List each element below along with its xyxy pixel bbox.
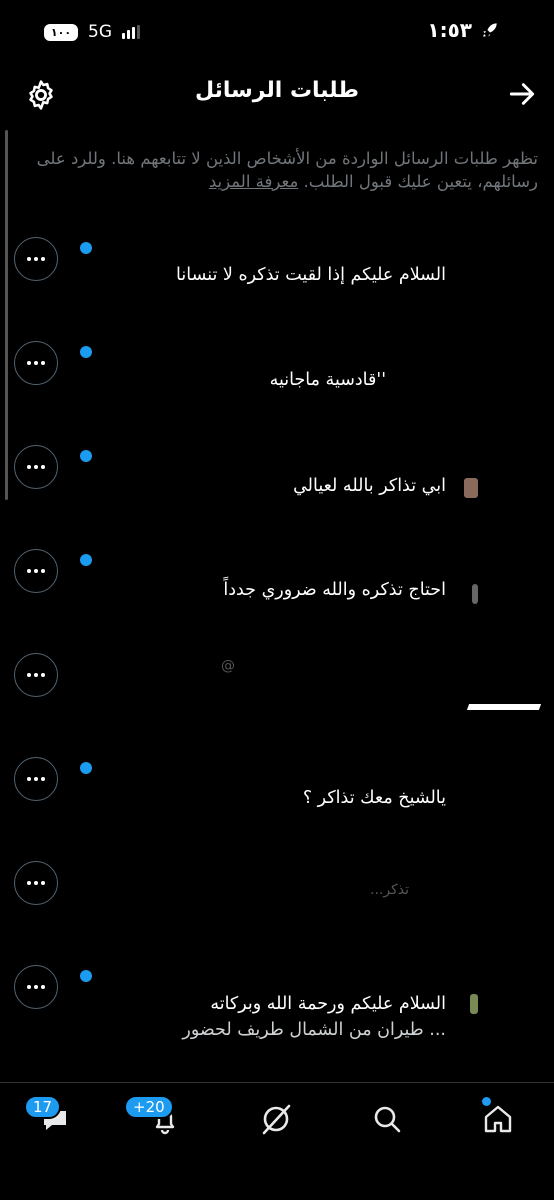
request-message: السلام عليكم ورحمة الله وبركاته [210, 994, 446, 1014]
unread-dot [80, 242, 92, 254]
more-options-button[interactable] [14, 237, 58, 281]
header: طلبات الرسائل [0, 68, 554, 122]
messages-badge: 17 [24, 1095, 62, 1119]
unread-dot [80, 762, 92, 774]
request-message: احتاج تذكره والله ضروري جدداً [223, 580, 446, 600]
request-row[interactable]: ''قادسية ماجانيه [0, 324, 554, 428]
request-row[interactable]: السلام عليكم ورحمة الله وبركاته ... طيرا… [0, 948, 554, 1052]
unread-dot [80, 450, 92, 462]
unread-dot [80, 970, 92, 982]
more-options-button[interactable] [14, 653, 58, 697]
home-unread-dot [482, 1097, 491, 1106]
signal-icon [122, 25, 140, 39]
slash-circle-icon [262, 1104, 291, 1135]
status-bar: ١٠٠ 5G ١:٥٣ [0, 0, 554, 68]
request-message: ابي تذاكر بالله لعيالي [293, 476, 446, 496]
request-row[interactable]: ابي تذاكر بالله لعيالي [0, 428, 554, 532]
network-label: 5G [88, 22, 112, 42]
unread-dot [80, 554, 92, 566]
tab-search[interactable] [367, 1099, 407, 1139]
sender-avatar [464, 478, 478, 498]
sender-avatar [472, 584, 478, 604]
status-right: ١:٥٣ [427, 18, 500, 42]
more-options-button[interactable] [14, 757, 58, 801]
learn-more-link[interactable]: معرفة المزيد [209, 172, 298, 191]
request-message: ''قادسية ماجانيه [269, 370, 386, 390]
request-message: السلام عليكم إذا لقيت تذكره لا تنسانا [176, 265, 446, 285]
rocket-icon [483, 23, 497, 37]
status-left: ١٠٠ 5G [44, 22, 140, 42]
notifications-badge: +20 [124, 1095, 174, 1119]
battery-icon: ١٠٠ [44, 23, 78, 41]
request-row[interactable]: تذكر... [0, 844, 554, 948]
request-message: تذكر... [370, 882, 409, 898]
request-row[interactable]: السلام عليكم إذا لقيت تذكره لا تنسانا [0, 220, 554, 324]
more-options-button[interactable] [14, 861, 58, 905]
bottom-tab-bar: 17 +20 [0, 1082, 554, 1200]
unread-dot [80, 346, 92, 358]
sender-avatar [470, 994, 478, 1014]
more-options-button[interactable] [14, 445, 58, 489]
sender-avatar [466, 704, 542, 710]
page-title: طلبات الرسائل [195, 78, 359, 103]
more-options-button[interactable] [14, 549, 58, 593]
tab-grok[interactable] [256, 1099, 296, 1139]
request-row[interactable]: @ [0, 636, 554, 740]
request-message-line2: ... طيران من الشمال طريف لحضور [182, 1020, 446, 1040]
more-options-button[interactable] [14, 965, 58, 1009]
more-options-button[interactable] [14, 341, 58, 385]
intro-text: تظهر طلبات الرسائل الواردة من الأشخاص ال… [18, 147, 538, 193]
back-arrow-icon[interactable] [506, 78, 538, 110]
request-row[interactable]: احتاج تذكره والله ضروري جدداً [0, 532, 554, 636]
request-row[interactable]: يالشيخ معك تذاكر ؟ [0, 740, 554, 844]
clock: ١:٥٣ [427, 18, 472, 42]
search-icon [374, 1106, 401, 1133]
request-message: يالشيخ معك تذاكر ؟ [302, 788, 446, 808]
request-message: @ [221, 658, 235, 674]
